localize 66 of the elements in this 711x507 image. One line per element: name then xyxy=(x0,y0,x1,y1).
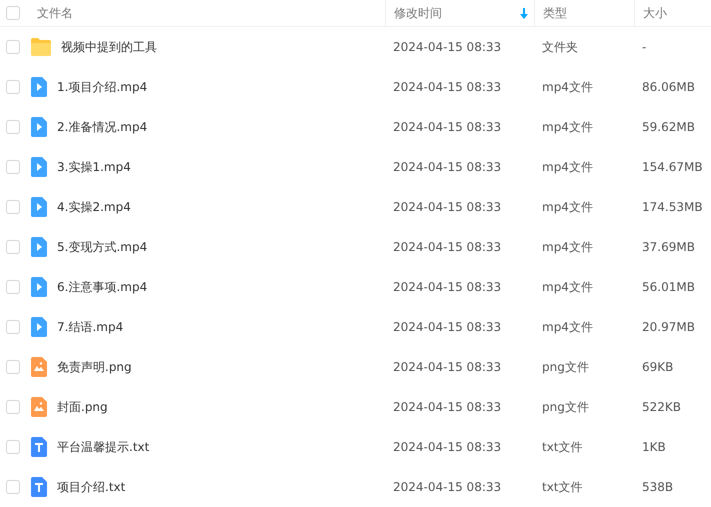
checkbox[interactable] xyxy=(6,400,20,414)
modified-time: 2024-04-15 08:33 xyxy=(393,280,502,294)
checkbox[interactable] xyxy=(6,440,20,454)
checkbox[interactable] xyxy=(6,280,20,294)
file-type: mp4文件 xyxy=(542,240,593,254)
file-type: mp4文件 xyxy=(542,80,593,94)
file-type: txt文件 xyxy=(542,440,583,454)
column-header[interactable]: 类型 xyxy=(543,4,567,22)
modified-time: 2024-04-15 08:33 xyxy=(393,480,502,494)
column-header[interactable]: 文件名 xyxy=(37,4,73,22)
file-type: mp4文件 xyxy=(542,200,593,214)
modified-time: 2024-04-15 08:33 xyxy=(393,120,502,134)
checkbox[interactable] xyxy=(6,160,20,174)
file-size: 1KB xyxy=(642,440,666,454)
modified-time: 2024-04-15 08:33 xyxy=(393,40,502,54)
file-name[interactable]: 1.项目介绍.mp4 xyxy=(57,78,148,96)
file-size: - xyxy=(642,40,646,54)
file-size: 538B xyxy=(642,480,674,494)
file-type: 文件夹 xyxy=(542,40,578,54)
file-name[interactable]: 3.实操1.mp4 xyxy=(57,158,131,176)
file-size: 59.62MB xyxy=(642,120,695,134)
file-size: 154.67MB xyxy=(642,160,703,174)
checkbox[interactable] xyxy=(6,200,20,214)
modified-time: 2024-04-15 08:33 xyxy=(393,360,502,374)
file-size: 86.06MB xyxy=(642,80,695,94)
file-name[interactable]: 5.变现方式.mp4 xyxy=(57,238,148,256)
file-size: 174.53MB xyxy=(642,200,703,214)
checkbox[interactable] xyxy=(6,120,20,134)
file-size: 37.69MB xyxy=(642,240,695,254)
file-size: 522KB xyxy=(642,400,682,414)
file-name[interactable]: 7.结语.mp4 xyxy=(57,318,124,336)
modified-time: 2024-04-15 08:33 xyxy=(393,400,502,414)
checkbox[interactable] xyxy=(6,360,20,374)
file-name[interactable]: 视频中提到的工具 xyxy=(61,38,157,56)
checkbox[interactable] xyxy=(6,320,20,334)
modified-time: 2024-04-15 08:33 xyxy=(393,200,502,214)
sort-arrow-icon xyxy=(520,8,528,18)
checkbox[interactable] xyxy=(6,240,20,254)
file-name[interactable]: 平台温馨提示.txt xyxy=(57,438,150,456)
file-name[interactable]: 项目介绍.txt xyxy=(57,478,126,496)
file-type: png文件 xyxy=(542,360,589,374)
column-header[interactable]: 修改时间 xyxy=(394,4,442,22)
checkbox[interactable] xyxy=(6,6,20,20)
modified-time: 2024-04-15 08:33 xyxy=(393,440,502,454)
file-size: 69KB xyxy=(642,360,674,374)
checkbox[interactable] xyxy=(6,80,20,94)
file-type: mp4文件 xyxy=(542,160,593,174)
file-name[interactable]: 4.实操2.mp4 xyxy=(57,198,131,216)
modified-time: 2024-04-15 08:33 xyxy=(393,80,502,94)
file-name[interactable]: 封面.png xyxy=(57,398,108,416)
file-name[interactable]: 2.准备情况.mp4 xyxy=(57,118,148,136)
checkbox[interactable] xyxy=(6,480,20,494)
file-size: 56.01MB xyxy=(642,280,695,294)
file-name[interactable]: 免责声明.png xyxy=(57,358,132,376)
file-name[interactable]: 6.注意事项.mp4 xyxy=(57,278,148,296)
file-type: txt文件 xyxy=(542,480,583,494)
file-type: mp4文件 xyxy=(542,120,593,134)
file-type: png文件 xyxy=(542,400,589,414)
file-size: 20.97MB xyxy=(642,320,695,334)
column-header[interactable]: 大小 xyxy=(643,4,667,22)
checkbox[interactable] xyxy=(6,40,20,54)
file-type: mp4文件 xyxy=(542,320,593,334)
file-type: mp4文件 xyxy=(542,280,593,294)
modified-time: 2024-04-15 08:33 xyxy=(393,240,502,254)
modified-time: 2024-04-15 08:33 xyxy=(393,320,502,334)
modified-time: 2024-04-15 08:33 xyxy=(393,160,502,174)
